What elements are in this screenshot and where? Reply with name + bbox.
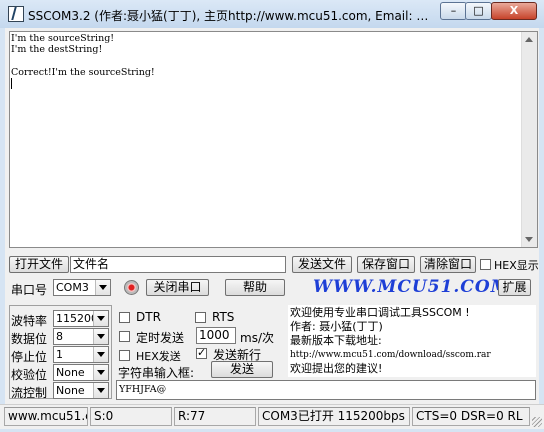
rts-checkbox[interactable]: [195, 312, 206, 323]
stopbits-value: 1: [56, 348, 63, 361]
info-download-label: 最新版本下载地址:: [290, 334, 382, 347]
timed-send-label: 定时发送: [136, 331, 185, 345]
open-file-button[interactable]: 打开文件: [9, 256, 69, 273]
help-button[interactable]: 帮助: [225, 279, 285, 296]
vertical-scrollbar[interactable]: [521, 32, 537, 247]
status-site: www.mcu51.cor: [4, 407, 88, 426]
rts-label: RTS: [212, 310, 235, 324]
minimize-button[interactable]: –: [440, 2, 467, 20]
databits-label: 数据位: [11, 332, 48, 346]
flow-select[interactable]: None: [53, 382, 109, 399]
interval-field[interactable]: 1000: [196, 327, 236, 344]
info-author: 作者: 聂小猛(丁丁): [290, 320, 383, 333]
filename-field[interactable]: 文件名: [70, 256, 286, 273]
receive-area[interactable]: I'm the sourceString! I'm the destString…: [9, 31, 538, 248]
maximize-button[interactable]: □: [465, 2, 492, 20]
chevron-down-icon[interactable]: [93, 365, 108, 380]
parity-label: 校验位: [11, 368, 48, 382]
scroll-up-icon[interactable]: [525, 37, 533, 42]
hex-display-label: HEX显示: [494, 259, 539, 272]
status-bar: www.mcu51.cor S:0 R:77 COM3已打开 115200bps…: [0, 404, 544, 429]
timed-send-checkbox[interactable]: [119, 331, 130, 342]
mcu51-logo: WWW.MCU51.COM: [313, 277, 511, 297]
send-button[interactable]: 发送: [211, 361, 273, 378]
stopbits-select[interactable]: 1: [53, 346, 109, 363]
save-window-button[interactable]: 保存窗口: [357, 256, 415, 273]
send-newline-checkbox[interactable]: [196, 346, 207, 359]
chevron-down-icon[interactable]: [93, 311, 108, 326]
receive-line: I'm the destString!: [11, 44, 103, 56]
status-received: R:77: [174, 407, 256, 426]
info-download-url[interactable]: http://www.mcu51.com/download/sscom.rar: [290, 348, 534, 362]
baud-label: 波特率: [11, 314, 48, 328]
expand-button[interactable]: 扩展: [498, 279, 531, 296]
clear-window-button[interactable]: 清除窗口: [420, 256, 476, 273]
receive-line: Correct!I'm the sourceString!: [11, 66, 155, 78]
parity-value: None: [56, 366, 85, 379]
status-sent: S:0: [90, 407, 172, 426]
databits-value: 8: [56, 330, 63, 343]
status-lines: CTS=0 DSR=0 RL: [412, 407, 530, 426]
input-label: 字符串输入框:: [118, 366, 195, 380]
chevron-down-icon[interactable]: [93, 329, 108, 344]
resize-grip-icon[interactable]: [532, 417, 542, 427]
chevron-down-icon[interactable]: [95, 280, 110, 295]
info-suggestions: 欢迎提出您的建议!: [290, 362, 383, 375]
hex-send-label: HEX发送: [136, 350, 181, 363]
databits-select[interactable]: 8: [53, 328, 109, 345]
baud-value: 115200: [56, 312, 98, 325]
title-bar[interactable]: SSCOM3.2 (作者:聂小猛(丁丁), 主页http://www.mcu51…: [0, 0, 544, 28]
send-file-button[interactable]: 发送文件: [292, 256, 352, 273]
parity-select[interactable]: None: [53, 364, 109, 381]
baud-select[interactable]: 115200: [53, 310, 109, 327]
hex-display-checkbox[interactable]: [480, 259, 491, 270]
port-label: 串口号: [11, 283, 48, 297]
status-port-state: COM3已打开 115200bps: [258, 407, 410, 426]
close-port-button[interactable]: 关闭串口: [146, 279, 209, 296]
chevron-down-icon[interactable]: [93, 383, 108, 398]
receive-line: I'm the sourceString!: [11, 33, 115, 44]
scroll-down-icon[interactable]: [525, 237, 533, 242]
dtr-checkbox[interactable]: [119, 312, 130, 323]
port-select[interactable]: COM3: [53, 279, 111, 296]
window-title: SSCOM3.2 (作者:聂小猛(丁丁), 主页http://www.mcu51…: [28, 9, 436, 23]
sscom-window: SSCOM3.2 (作者:聂小猛(丁丁), 主页http://www.mcu51…: [0, 0, 544, 432]
info-welcome: 欢迎使用专业串口调试工具SSCOM !: [290, 306, 470, 319]
close-button[interactable]: X: [491, 2, 537, 20]
chevron-down-icon[interactable]: [93, 347, 108, 362]
stopbits-label: 停止位: [11, 350, 48, 364]
client-area: I'm the sourceString! I'm the destString…: [5, 28, 539, 427]
text-caret: [11, 77, 12, 89]
info-panel: 欢迎使用专业串口调试工具SSCOM ! 作者: 聂小猛(丁丁) 最新版本下载地址…: [288, 305, 536, 377]
send-input[interactable]: YFHJFA@: [116, 380, 536, 400]
port-status-lamp-icon: [124, 280, 139, 295]
flow-label: 流控制: [11, 386, 48, 400]
interval-unit: ms/次: [240, 331, 274, 345]
flow-value: None: [56, 384, 85, 397]
dtr-label: DTR: [136, 310, 161, 324]
hex-send-checkbox[interactable]: [119, 350, 130, 361]
receive-line: [11, 55, 537, 66]
port-value: COM3: [56, 281, 89, 294]
app-icon[interactable]: [8, 6, 24, 22]
